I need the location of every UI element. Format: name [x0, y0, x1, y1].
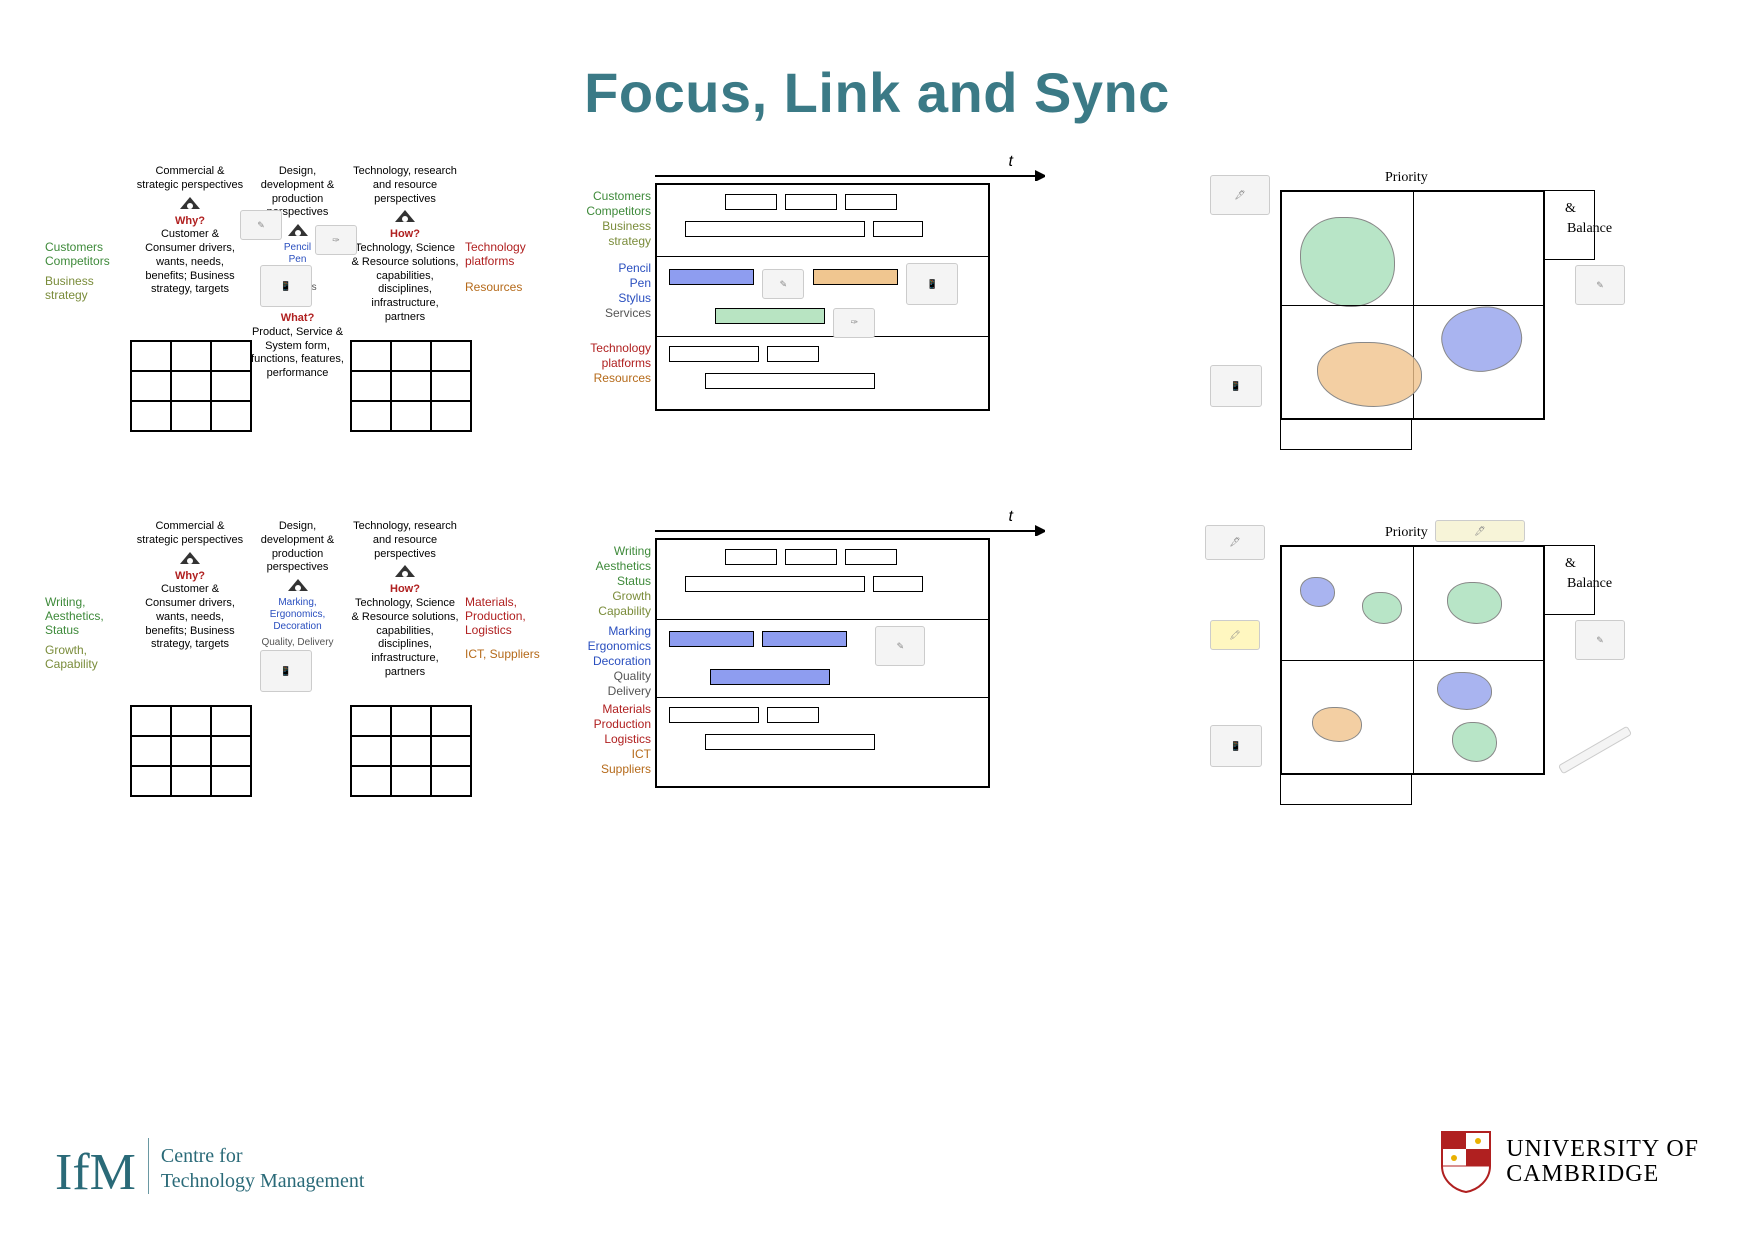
quad-extension-right [1545, 545, 1595, 615]
how-side-labels: Materials, Production, Logistics ICT, Su… [465, 595, 550, 661]
pencil-shaving-icon: ✎ [875, 626, 925, 666]
eye-icon [288, 224, 308, 236]
quad-extension-right [1545, 190, 1595, 260]
link-panel-1: t Customers Competitors Business strateg… [585, 165, 1105, 440]
eye-icon [180, 197, 200, 209]
pencil-shaving-icon: ✎ [1575, 265, 1625, 305]
fountain-pen-icon: 🖋 [1210, 175, 1270, 215]
sync-panel-2: Priority & Balance 🖋 🖊 🖍 ✎ 📱 [1135, 520, 1655, 820]
why-heading: Why? [135, 215, 245, 229]
eye-icon [180, 552, 200, 564]
slide-title: Focus, Link and Sync [0, 0, 1754, 125]
priority-label: Priority [1385, 170, 1428, 186]
time-axis: t [655, 165, 1045, 181]
why-side-labels: Writing, Aesthetics, Status Growth, Capa… [45, 595, 130, 671]
cambridge-logo-block: UNIVERSITY OF CAMBRIDGE [1440, 1130, 1699, 1194]
diagram-row-1: Customers Competitors Business strategy … [45, 165, 1709, 465]
ifm-logo: IfM [55, 1152, 136, 1194]
pencil-shaving-icon: ✎ [1575, 620, 1625, 660]
priority-balance-quadrant [1280, 545, 1545, 775]
mechanical-pencil-icon [1558, 726, 1632, 775]
diagram-row-2: Writing, Aesthetics, Status Growth, Capa… [45, 520, 1709, 820]
priority-balance-quadrant [1280, 190, 1545, 420]
why-side-labels: Customers Competitors Business strategy [45, 240, 130, 302]
how-side-labels: Technology platforms Resources [465, 240, 550, 294]
roadmap-frame: Customers Competitors Business strategy … [655, 183, 990, 411]
eye-icon [395, 565, 415, 577]
focus-panel-1: Customers Competitors Business strategy … [45, 165, 555, 440]
quad-extension-bottom [1280, 420, 1412, 450]
commercial-perspective: Commercial & strategic perspectives [135, 165, 245, 193]
cambridge-shield-icon [1440, 1130, 1492, 1194]
ifm-logo-block: IfM Centre for Technology Management [55, 1138, 364, 1194]
focus-panel-2: Writing, Aesthetics, Status Growth, Capa… [45, 520, 555, 805]
why-body: Customer & Consumer drivers, wants, need… [135, 228, 245, 297]
stylus-phone-icon: 📱 [1210, 365, 1262, 407]
product-how-grid [350, 340, 472, 432]
eye-icon [395, 210, 415, 222]
fountain-pen-icon: 🖋 [1205, 525, 1265, 560]
slide-footer: IfM Centre for Technology Management UNI… [55, 1130, 1699, 1194]
stylus-phone-icon: 📱 [906, 263, 958, 305]
time-axis: t [655, 520, 1045, 536]
why-product-grid [130, 340, 252, 432]
what-heading: What? [250, 312, 345, 326]
stylus-phone-icon: 📱 [260, 650, 312, 692]
pen-writing-icon: ✑ [833, 308, 875, 338]
product-how-grid [350, 705, 472, 797]
how-body: Technology, Science & Resource solutions… [350, 242, 460, 325]
roadmap-frame: Writing Aesthetics Status Growth Capabil… [655, 538, 990, 788]
what-body: Product, Service & System form, function… [250, 326, 345, 381]
pencil-shaving-icon: ✎ [762, 269, 804, 299]
tech-perspective: Technology, research and resource perspe… [350, 165, 460, 206]
why-product-grid [130, 705, 252, 797]
link-panel-2: t Writing Aesthetics Status Growth Capab… [585, 520, 1105, 820]
pencil-shaving-icon: ✎ [240, 210, 282, 240]
sync-panel-1: Priority & Balance 🖋 ✎ 📱 [1135, 165, 1655, 465]
eye-icon [288, 579, 308, 591]
stylus-phone-icon: 📱 [260, 265, 312, 307]
ballpoint-pen-icon: 🖊 [1435, 520, 1525, 542]
highlighter-icon: 🖍 [1210, 620, 1260, 650]
stylus-phone-icon: 📱 [1210, 725, 1262, 767]
quad-extension-bottom [1280, 775, 1412, 805]
pen-writing-icon: ✑ [315, 225, 357, 255]
how-heading: How? [350, 228, 460, 242]
